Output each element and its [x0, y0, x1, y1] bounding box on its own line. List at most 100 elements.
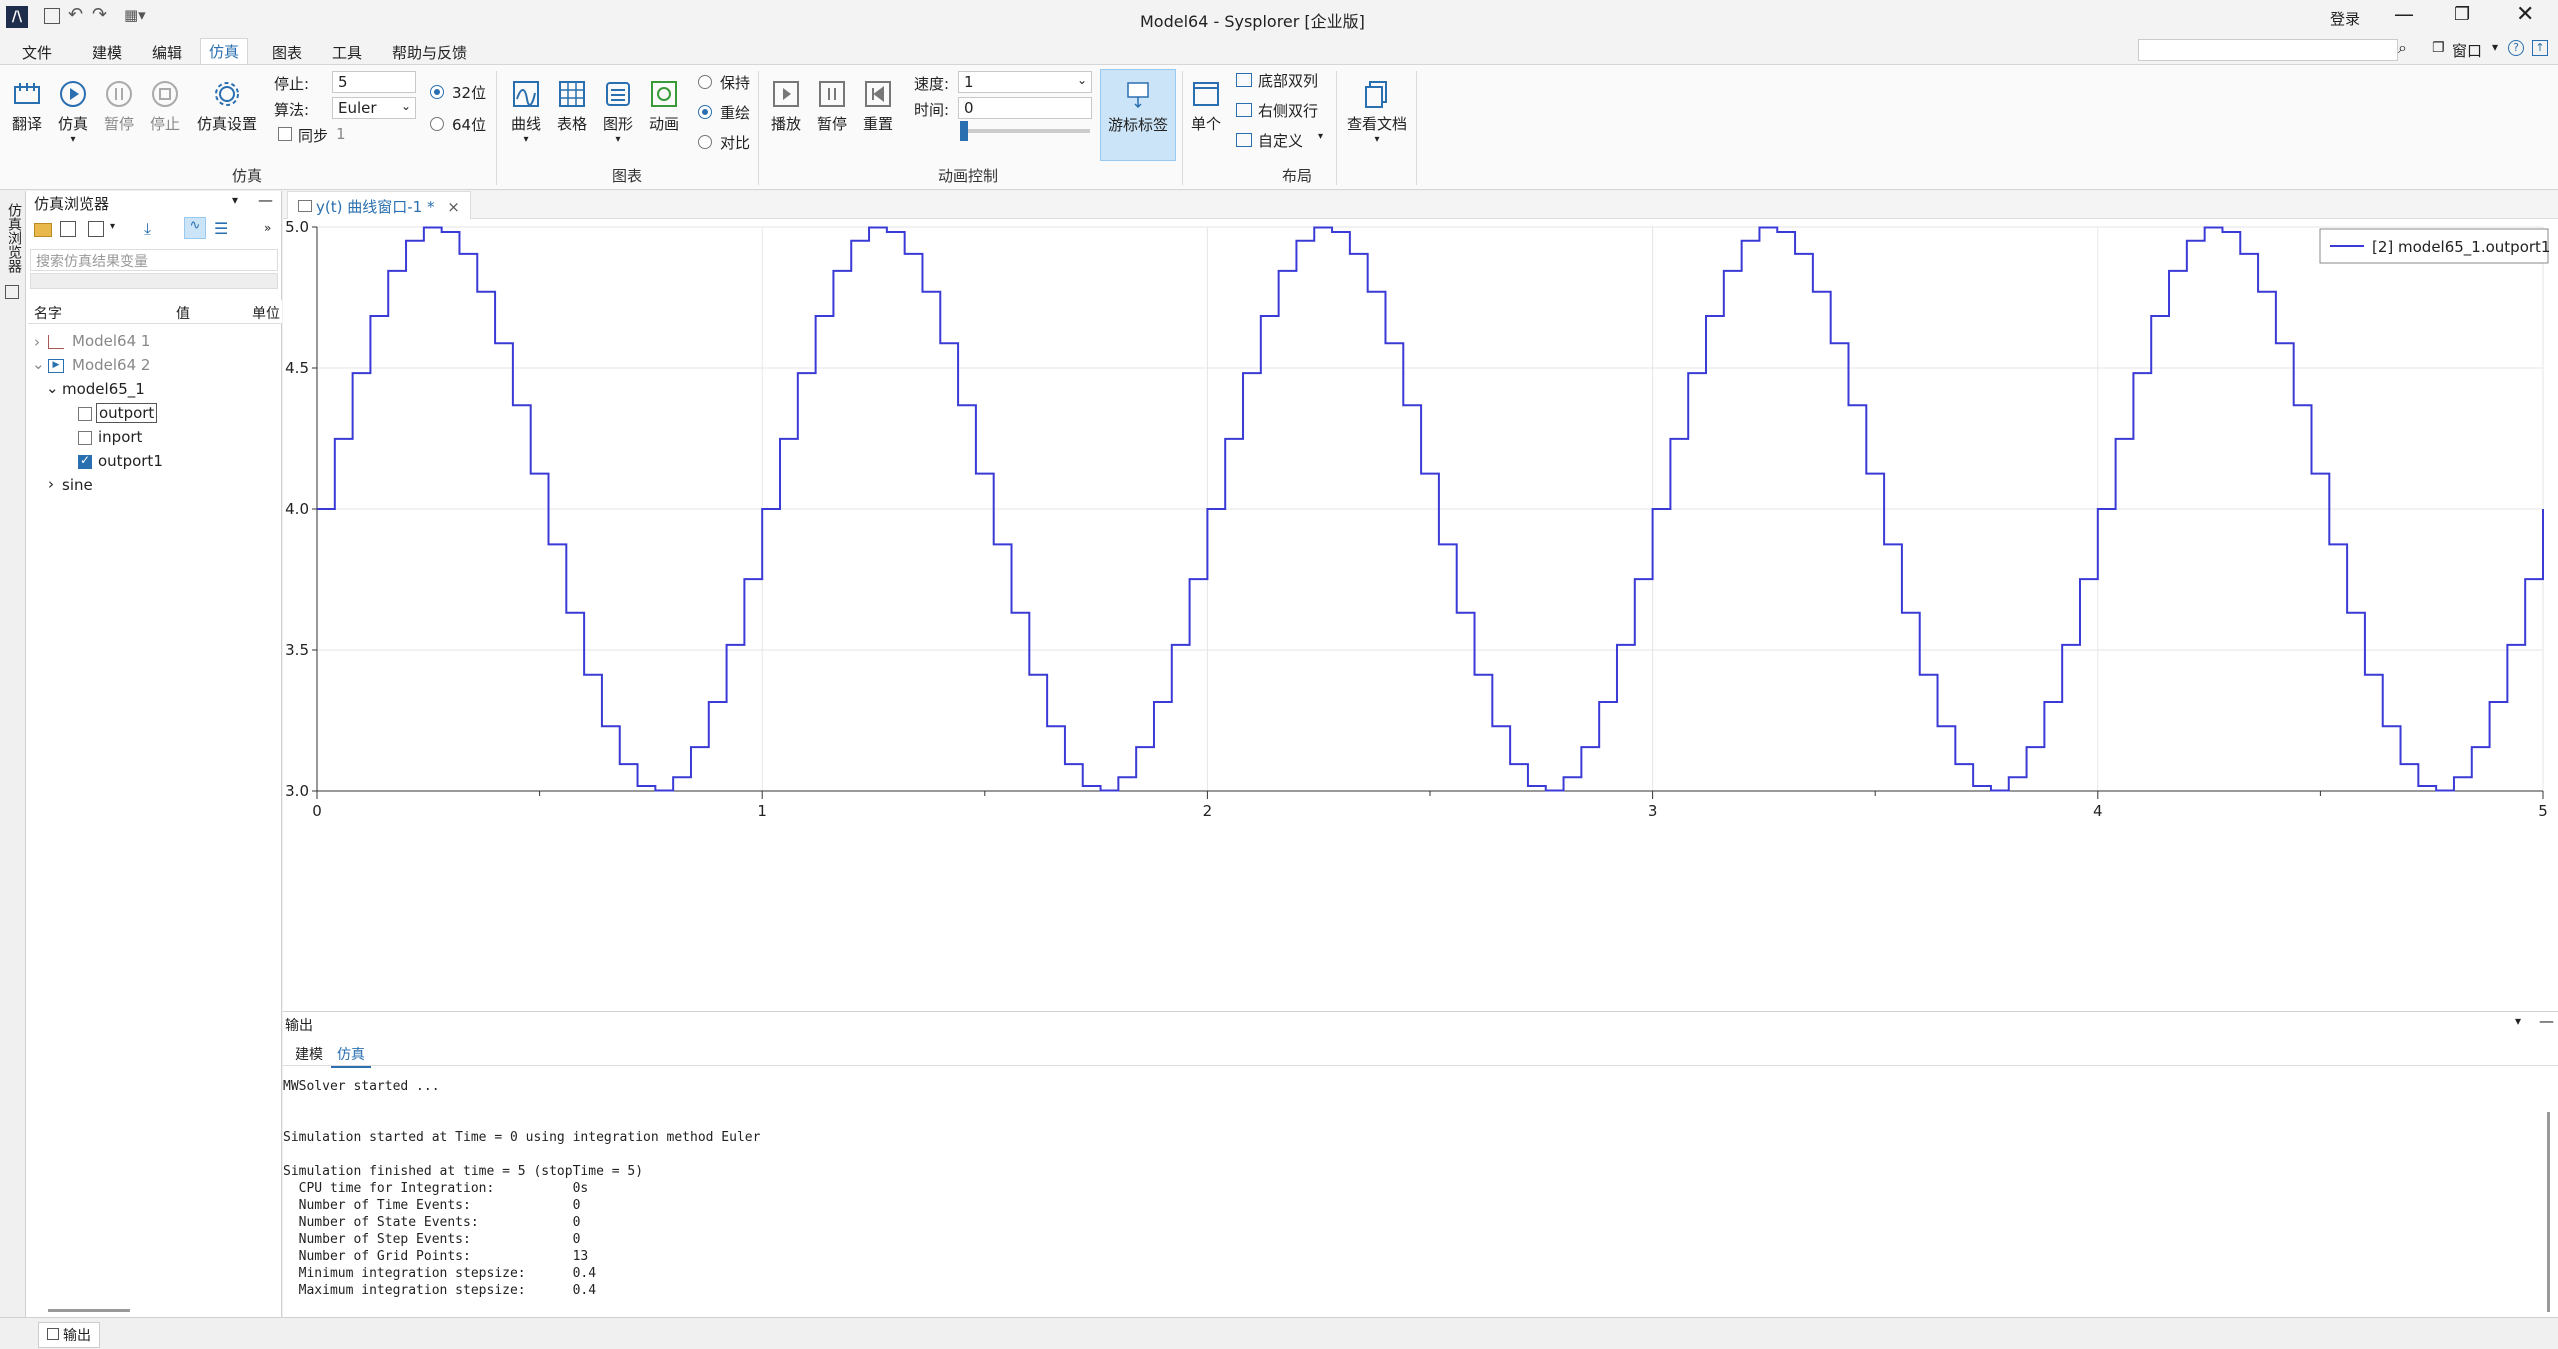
menu-model[interactable]: 建模 — [84, 40, 130, 65]
pin-icon[interactable]: ↑ — [2532, 40, 2548, 56]
output-status-tab[interactable]: 输出 — [38, 1322, 100, 1348]
time-slider-handle[interactable] — [960, 121, 968, 141]
animation-button[interactable]: 动画 — [644, 79, 684, 134]
line-chart[interactable]: 5.0 4.5 4.0 3.5 3.00 1 2 3 4 5 [2] model65_1.outp… — [283, 219, 2558, 1011]
tree-item-outport[interactable]: outport — [96, 403, 158, 423]
redo-icon[interactable]: ↷ — [92, 4, 107, 25]
column-name[interactable]: 名字 — [34, 303, 62, 323]
tree-item-sine[interactable]: sine — [62, 476, 93, 494]
tree-item-inport[interactable]: inport — [98, 428, 142, 446]
translate-icon — [14, 83, 40, 104]
variable-search-input[interactable]: 搜索仿真结果变量 — [30, 249, 278, 271]
algorithm-select[interactable]: Euler ⌄ — [332, 97, 416, 119]
close-button[interactable]: ✕ — [2516, 2, 2534, 27]
tree-expand-icon[interactable]: › — [48, 475, 54, 493]
chevron-down-icon[interactable]: ▾ — [2492, 40, 2498, 54]
tree-item-model64-2[interactable]: Model64 2 — [72, 356, 150, 374]
quick-access-icon[interactable]: ▦▾ — [124, 6, 146, 24]
browser-vertical-tab-label: 仿真浏览器 — [6, 203, 22, 273]
column-value[interactable]: 值 — [176, 303, 190, 323]
translate-button[interactable]: 翻译 — [8, 79, 46, 134]
undo-icon[interactable]: ↶ — [68, 4, 83, 25]
search-icon[interactable]: ⌕ — [2398, 38, 2407, 58]
time-label: 时间: — [914, 101, 950, 119]
close-icon[interactable]: × — [447, 198, 460, 216]
tree-item-model65-1[interactable]: model65_1 — [62, 380, 145, 398]
global-search-input[interactable] — [2138, 39, 2398, 61]
inport-checkbox[interactable] — [78, 431, 92, 445]
bottom-double-column-option[interactable]: 底部双列 — [1258, 70, 1318, 91]
tree-collapse-icon[interactable]: ⌄ — [46, 379, 59, 397]
stop-button[interactable]: 停止 — [146, 79, 184, 134]
login-link[interactable]: 登录 — [2330, 8, 2360, 29]
table-button[interactable]: 表格 — [552, 79, 592, 134]
sync-checkbox[interactable] — [278, 127, 292, 141]
sync-value[interactable]: 1 — [336, 125, 346, 143]
minimize-panel-icon[interactable]: — — [2539, 1012, 2554, 1030]
hold-radio[interactable] — [698, 75, 712, 89]
minimize-button[interactable]: — — [2394, 2, 2414, 26]
tree-collapse-icon[interactable]: ⌄ — [32, 355, 45, 373]
curve-button[interactable]: 曲线 ▾ — [506, 79, 546, 145]
list-mode-icon[interactable]: ☰ — [214, 219, 228, 238]
compare-radio[interactable] — [698, 135, 712, 149]
export-icon[interactable] — [88, 221, 104, 237]
stop-time-input[interactable]: 5 — [332, 71, 416, 93]
chevron-down-icon[interactable]: ▾ — [2515, 1014, 2521, 1028]
sim-settings-button[interactable]: 仿真设置 — [192, 79, 262, 134]
menu-chart[interactable]: 图表 — [264, 40, 310, 65]
save-icon[interactable] — [60, 221, 76, 237]
play-button[interactable]: 播放 — [766, 79, 806, 134]
cursor-label-button[interactable]: 游标标签 — [1100, 69, 1176, 161]
chevron-down-icon[interactable]: ▾ — [110, 221, 115, 232]
tree-item-outport1[interactable]: outport1 — [98, 452, 163, 470]
menu-simulation[interactable]: 仿真 — [200, 38, 249, 64]
tree-expand-icon[interactable]: › — [34, 333, 40, 351]
tree-item-model64-1[interactable]: Model64 1 — [72, 332, 150, 350]
speed-select[interactable]: 1 ⌄ — [958, 71, 1092, 93]
simulate-button[interactable]: 仿真 ▾ — [54, 79, 92, 145]
output-tab-model[interactable]: 建模 — [295, 1044, 323, 1064]
bit64-radio[interactable] — [430, 117, 444, 131]
help-icon[interactable]: ? — [2508, 40, 2524, 56]
output-tab-simulation[interactable]: 仿真 — [331, 1044, 371, 1068]
chevron-down-icon[interactable]: ▾ — [1318, 131, 1323, 142]
menu-edit[interactable]: 编辑 — [144, 40, 190, 65]
curve-mode-icon[interactable]: ∿ — [184, 217, 206, 239]
filter-bar[interactable] — [30, 273, 278, 289]
reset-button[interactable]: 重置 — [858, 79, 898, 134]
import-icon[interactable]: ⤓ — [144, 219, 151, 239]
save-icon[interactable] — [44, 8, 60, 24]
menu-file[interactable]: 文件 — [14, 40, 60, 65]
menu-tools[interactable]: 工具 — [324, 40, 370, 65]
time-slider-track[interactable] — [962, 129, 1090, 133]
graphic-button[interactable]: 图形 ▾ — [598, 79, 638, 145]
menu-help[interactable]: 帮助与反馈 — [384, 40, 475, 65]
time-input[interactable]: 0 — [958, 97, 1092, 119]
column-unit[interactable]: 单位 — [252, 303, 280, 323]
browser-vertical-tab[interactable]: 仿真浏览器 — [0, 191, 26, 1317]
bit32-radio[interactable] — [430, 85, 444, 99]
redraw-radio[interactable] — [698, 105, 712, 119]
outport-checkbox[interactable] — [78, 407, 92, 421]
anim-pause-button[interactable]: 暂停 — [812, 79, 852, 134]
window-menu-icon[interactable]: ❐ — [2432, 40, 2445, 56]
horizontal-scrollbar[interactable] — [48, 1309, 130, 1312]
panel-icon[interactable] — [5, 285, 19, 299]
vertical-scrollbar[interactable] — [2547, 1112, 2550, 1312]
custom-layout-option[interactable]: 自定义 — [1258, 130, 1303, 151]
window-menu[interactable]: 窗口 — [2452, 40, 2482, 61]
more-icon[interactable]: » — [264, 221, 271, 235]
restore-button[interactable]: ❐ — [2454, 4, 2470, 25]
minimize-panel-icon[interactable]: — — [258, 191, 273, 209]
plot-tab[interactable]: y(t) 曲线窗口-1 * × — [287, 191, 471, 219]
outport1-checkbox[interactable] — [78, 453, 92, 469]
right-double-row-option[interactable]: 右侧双行 — [1258, 100, 1318, 121]
pause-button[interactable]: 暂停 — [100, 79, 138, 134]
view-docs-button[interactable]: 查看文档 ▾ — [1344, 79, 1410, 145]
open-folder-icon[interactable] — [34, 223, 52, 237]
divider — [496, 71, 497, 185]
single-layout-button[interactable]: 单个 — [1190, 79, 1222, 134]
legend[interactable]: [2] model65_1.outport1 — [2319, 228, 2550, 264]
chevron-down-icon[interactable]: ▾ — [232, 193, 238, 207]
